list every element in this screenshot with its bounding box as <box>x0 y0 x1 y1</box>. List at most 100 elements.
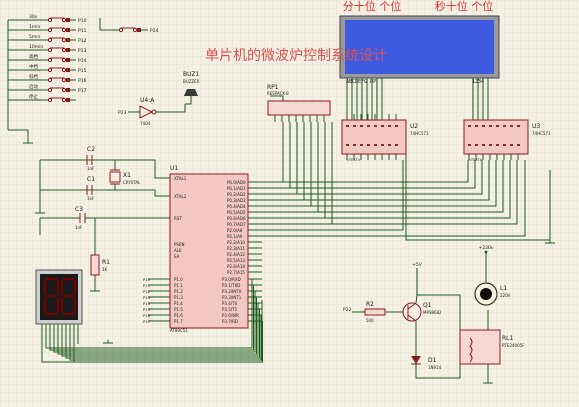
u1-pin-label: P0.7/AD7 <box>227 222 246 227</box>
net-label: P22 <box>343 307 352 313</box>
net-label: P17 <box>78 88 87 94</box>
latch-pin-mark <box>395 144 398 146</box>
latch-pin-mark <box>346 144 349 146</box>
lcd-display <box>345 20 494 74</box>
u1-pin-label: P3.0/RXD <box>222 277 241 282</box>
x1-value: CRYSTAL <box>123 180 141 185</box>
latch-pin-mark <box>482 144 485 146</box>
u1-pin-label: P0.1/AD1 <box>227 186 246 191</box>
u1-pin-label: P0.3/AD3 <box>227 198 246 203</box>
7seg-segment <box>46 278 57 280</box>
u1-pin-label: P1.0 <box>174 277 183 282</box>
rp1-ref: RP1 <box>267 84 279 91</box>
key-pin <box>66 68 70 72</box>
rl1-body <box>459 329 501 365</box>
r2-body <box>364 308 386 316</box>
key-pin <box>66 98 70 102</box>
key-label: 10min <box>29 44 43 50</box>
latch-pin-mark <box>346 125 349 127</box>
l1-value: 220V <box>500 293 511 298</box>
buz1-value: BUZZER <box>183 79 200 84</box>
7seg-segment <box>57 280 59 295</box>
latch-pin-mark <box>517 144 520 146</box>
lamp-core <box>480 288 492 300</box>
key-label: 30s <box>29 14 38 20</box>
key-label: 中档 <box>29 63 38 70</box>
u1-pin-label: XTAL2 <box>174 194 187 199</box>
latch-pin-mark <box>360 125 363 127</box>
net-label: P11 <box>143 283 151 288</box>
7seg-segment <box>61 280 63 295</box>
u1-pin-label: P2.7/A15 <box>227 270 245 275</box>
rp1-value: RESPACK-8 <box>267 91 289 96</box>
schematic-canvas: 30s P10 1min P11 5min P12 10min P13 高档 P14 中档 P15 低档… <box>0 0 579 407</box>
lcd-label-minute: 分十位 个位 <box>343 0 402 13</box>
u1-pin-label: XTAL1 <box>174 176 187 181</box>
latch-pin-mark <box>475 125 478 127</box>
net-label: P16 <box>143 313 151 318</box>
r1-body <box>90 254 100 276</box>
latch-pin-mark <box>503 125 506 127</box>
lcd-pins-right: 1234 <box>472 79 484 85</box>
text-placeholder: <TEXT> <box>468 158 483 162</box>
latch-pin-mark <box>374 144 377 146</box>
junction-dot <box>484 250 488 254</box>
net-label: P24 <box>150 28 159 34</box>
7seg-segment <box>74 280 76 295</box>
u1-pin-label: P2.3/A11 <box>227 246 245 251</box>
key-label: 停止 <box>29 93 38 100</box>
latch-pin-mark <box>388 125 391 127</box>
7seg-segment <box>63 295 74 297</box>
latch-pin-mark <box>388 144 391 146</box>
u1-pin-label: P3.7/RD <box>222 319 238 324</box>
net-label: P16 <box>78 78 87 84</box>
7seg-segment <box>63 313 74 315</box>
c3-ref: C3 <box>75 206 83 213</box>
u1-pin-label: P1.1 <box>174 283 183 288</box>
u1-pin-label: P2.2/A10 <box>227 240 245 245</box>
u1-pin-label: P0.6/AD6 <box>227 216 246 221</box>
lcd-pins-left: ABCDEFG DP <box>346 79 376 85</box>
u1-pin-label: P2.0/A8 <box>227 228 243 233</box>
net-label: P15 <box>78 68 87 74</box>
c1-value: 1nF <box>87 196 95 201</box>
latch-pin-mark <box>360 144 363 146</box>
lcd-label-second: 秒十位 个位 <box>435 0 494 13</box>
l1-ref: L1 <box>500 285 507 292</box>
u1-pin-label: P1.5 <box>174 307 183 312</box>
7seg-segment <box>57 298 59 313</box>
d1-ref: D1 <box>428 357 437 364</box>
key-pin <box>66 58 70 62</box>
latch-pin-mark <box>374 125 377 127</box>
7seg-segment <box>46 295 57 297</box>
u1-pin-label: P1.4 <box>174 301 183 306</box>
latch-pin-mark <box>381 144 384 146</box>
net-label: P10 <box>143 277 151 282</box>
latch-pin-mark <box>489 144 492 146</box>
key-pin <box>66 28 70 32</box>
latch-pin-mark <box>489 125 492 127</box>
page-title: 单片机的微波炉控制系统设计 <box>205 48 387 64</box>
u1-pin-label: P3.2/INT0 <box>222 289 242 294</box>
u1-pin-label: P1.6 <box>174 313 183 318</box>
u1-pin-label: P1.7 <box>174 319 183 324</box>
u1-pin-label: P3.1/TXD <box>222 283 240 288</box>
u1-pin-label: PSEN <box>174 242 184 247</box>
r1-value: 1K <box>102 267 108 272</box>
key-pin <box>137 28 141 32</box>
net-label: P12 <box>143 289 151 294</box>
latch-pin-mark <box>510 144 513 146</box>
key-pin <box>66 88 70 92</box>
u1-pin-label: P3.3/INT1 <box>222 295 242 300</box>
net-label: P10 <box>78 18 87 24</box>
key-label: 低档 <box>29 73 38 80</box>
latch-pin-mark <box>353 125 356 127</box>
u1-pin-label: EA <box>174 254 180 259</box>
net-label: P11 <box>78 28 87 34</box>
key-label: 启动 <box>29 83 38 90</box>
latch-pin-mark <box>475 144 478 146</box>
r2-value: 500 <box>366 318 374 323</box>
7seg-segment <box>46 313 57 315</box>
u1-pin-label: RST <box>174 216 182 221</box>
c2-value: 1nF <box>87 166 95 171</box>
